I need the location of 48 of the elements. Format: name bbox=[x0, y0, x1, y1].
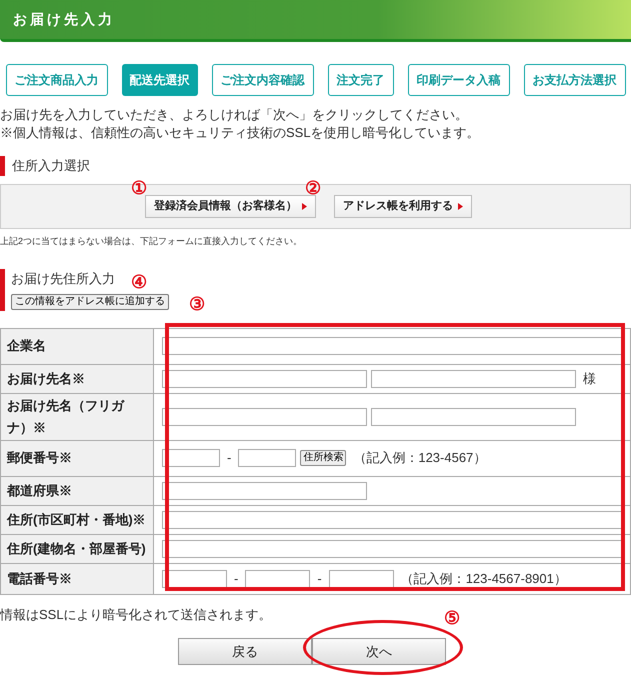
form-label: 住所(市区町村・番地)※ bbox=[0, 505, 154, 534]
ssl-note: 情報はSSLにより暗号化されて送信されます。 bbox=[0, 606, 272, 624]
field-text: 様 bbox=[582, 370, 597, 388]
input-field[interactable] bbox=[162, 370, 367, 388]
form-label: 電話番号※ bbox=[0, 563, 154, 594]
input-field[interactable] bbox=[162, 337, 622, 355]
select-button[interactable]: 登録済会員情報（お客様名） bbox=[145, 195, 316, 218]
annotation-number: ① bbox=[131, 177, 147, 200]
field-text: （記入例：123-4567-8901） bbox=[400, 570, 568, 588]
intro-text: お届け先を入力していただき、よろしければ「次へ」をクリックしてください。 bbox=[0, 106, 469, 124]
field-text: - bbox=[233, 570, 240, 588]
field-text: （記入例：123-4567） bbox=[352, 449, 488, 468]
section-heading: 住所入力選択 bbox=[12, 157, 90, 176]
section-heading: お届け先住所入力 bbox=[11, 270, 115, 288]
input-field[interactable] bbox=[162, 449, 220, 467]
triangle-icon bbox=[302, 203, 307, 210]
form-label: 住所(建物名・部屋番号) bbox=[0, 534, 154, 563]
add-to-address-book-button[interactable]: この情報をアドレス帳に追加する bbox=[11, 294, 169, 310]
input-field[interactable] bbox=[371, 370, 576, 388]
field-text: - bbox=[316, 570, 323, 588]
heading-marker bbox=[0, 156, 5, 176]
input-field[interactable] bbox=[238, 449, 296, 467]
form-label: 企業名 bbox=[0, 328, 154, 364]
form-label: 都道府県※ bbox=[0, 476, 154, 505]
form-label: お届け先名（フリガナ）※ bbox=[0, 393, 154, 440]
heading-marker bbox=[0, 268, 5, 310]
intro-text: ※個人情報は、信頼性の高いセキュリティ技術のSSLを使用し暗号化しています。 bbox=[0, 124, 481, 142]
input-field[interactable] bbox=[162, 408, 367, 426]
input-field[interactable] bbox=[162, 482, 367, 500]
input-field[interactable] bbox=[162, 510, 622, 528]
back-button[interactable]: 戻る bbox=[178, 638, 312, 665]
input-field[interactable] bbox=[328, 570, 394, 588]
note-text: 上記2つに当てはまらない場合は、下記フォームに直接入力してください。 bbox=[0, 235, 304, 248]
next-button[interactable]: 次へ bbox=[312, 638, 446, 665]
input-field[interactable] bbox=[162, 540, 622, 558]
annotation-number: ③ bbox=[189, 293, 205, 316]
input-field[interactable] bbox=[371, 408, 576, 426]
form-label: 郵便番号※ bbox=[0, 440, 154, 476]
form-label: お届け先名※ bbox=[0, 364, 154, 393]
annotation-number: ④ bbox=[131, 271, 147, 294]
select-button[interactable]: アドレス帳を利用する bbox=[334, 195, 472, 218]
triangle-icon bbox=[458, 203, 463, 210]
field-text: - bbox=[226, 449, 232, 468]
input-field[interactable] bbox=[245, 570, 310, 588]
page-title: お届け先入力 bbox=[13, 10, 115, 29]
address-search-button[interactable]: 住所検索 bbox=[300, 450, 346, 466]
annotation-number: ⑤ bbox=[444, 607, 460, 630]
input-field[interactable] bbox=[162, 570, 227, 588]
